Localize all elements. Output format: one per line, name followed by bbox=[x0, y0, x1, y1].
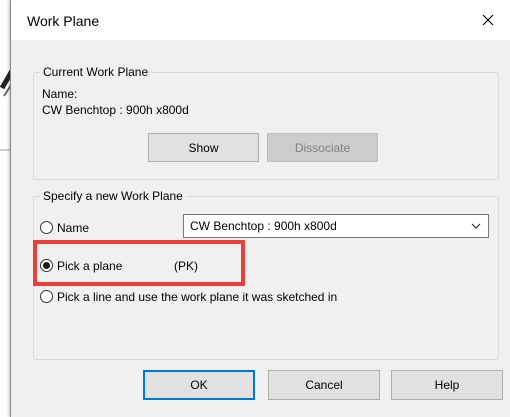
new-work-plane-group: Specify a new Work Plane Name CW Benchto… bbox=[33, 189, 499, 360]
pick-plane-option-label: Pick a plane bbox=[57, 259, 123, 273]
title-bar: Work Plane bbox=[11, 0, 510, 41]
chevron-down-icon bbox=[471, 223, 481, 229]
screen: Work Plane Current Work Plane Name: CW B… bbox=[0, 0, 510, 417]
radio-option-pick-line[interactable]: Pick a line and use the work plane it wa… bbox=[40, 288, 440, 306]
dissociate-button[interactable]: Dissociate bbox=[267, 133, 378, 162]
pick-line-radio[interactable] bbox=[40, 290, 53, 303]
close-button[interactable] bbox=[465, 0, 510, 40]
current-work-plane-legend: Current Work Plane bbox=[40, 65, 152, 79]
cancel-button[interactable]: Cancel bbox=[268, 370, 380, 400]
pick-line-option-label: Pick a line and use the work plane it wa… bbox=[57, 290, 338, 304]
work-plane-dialog: Work Plane Current Work Plane Name: CW B… bbox=[10, 0, 510, 417]
radio-option-pick-plane[interactable]: Pick a plane (PK) bbox=[40, 257, 220, 275]
radio-option-name[interactable]: Name bbox=[40, 219, 170, 237]
name-option-label: Name bbox=[57, 221, 90, 235]
name-radio[interactable] bbox=[40, 221, 53, 234]
work-plane-name-select[interactable]: CW Benchtop : 900h x800d bbox=[183, 214, 489, 238]
name-label: Name: bbox=[42, 87, 78, 101]
show-button[interactable]: Show bbox=[148, 133, 259, 162]
close-icon bbox=[482, 14, 494, 26]
pick-plane-radio[interactable] bbox=[40, 259, 53, 272]
help-button[interactable]: Help bbox=[391, 370, 503, 400]
pick-plane-shortcut: (PK) bbox=[174, 259, 198, 273]
ok-button[interactable]: OK bbox=[143, 370, 255, 400]
current-plane-name: CW Benchtop : 900h x800d bbox=[42, 103, 189, 117]
work-plane-name-select-value: CW Benchtop : 900h x800d bbox=[190, 219, 337, 233]
current-work-plane-group: Current Work Plane Name: CW Benchtop : 9… bbox=[33, 65, 499, 180]
dialog-title: Work Plane bbox=[27, 13, 100, 29]
new-work-plane-legend: Specify a new Work Plane bbox=[40, 189, 186, 203]
